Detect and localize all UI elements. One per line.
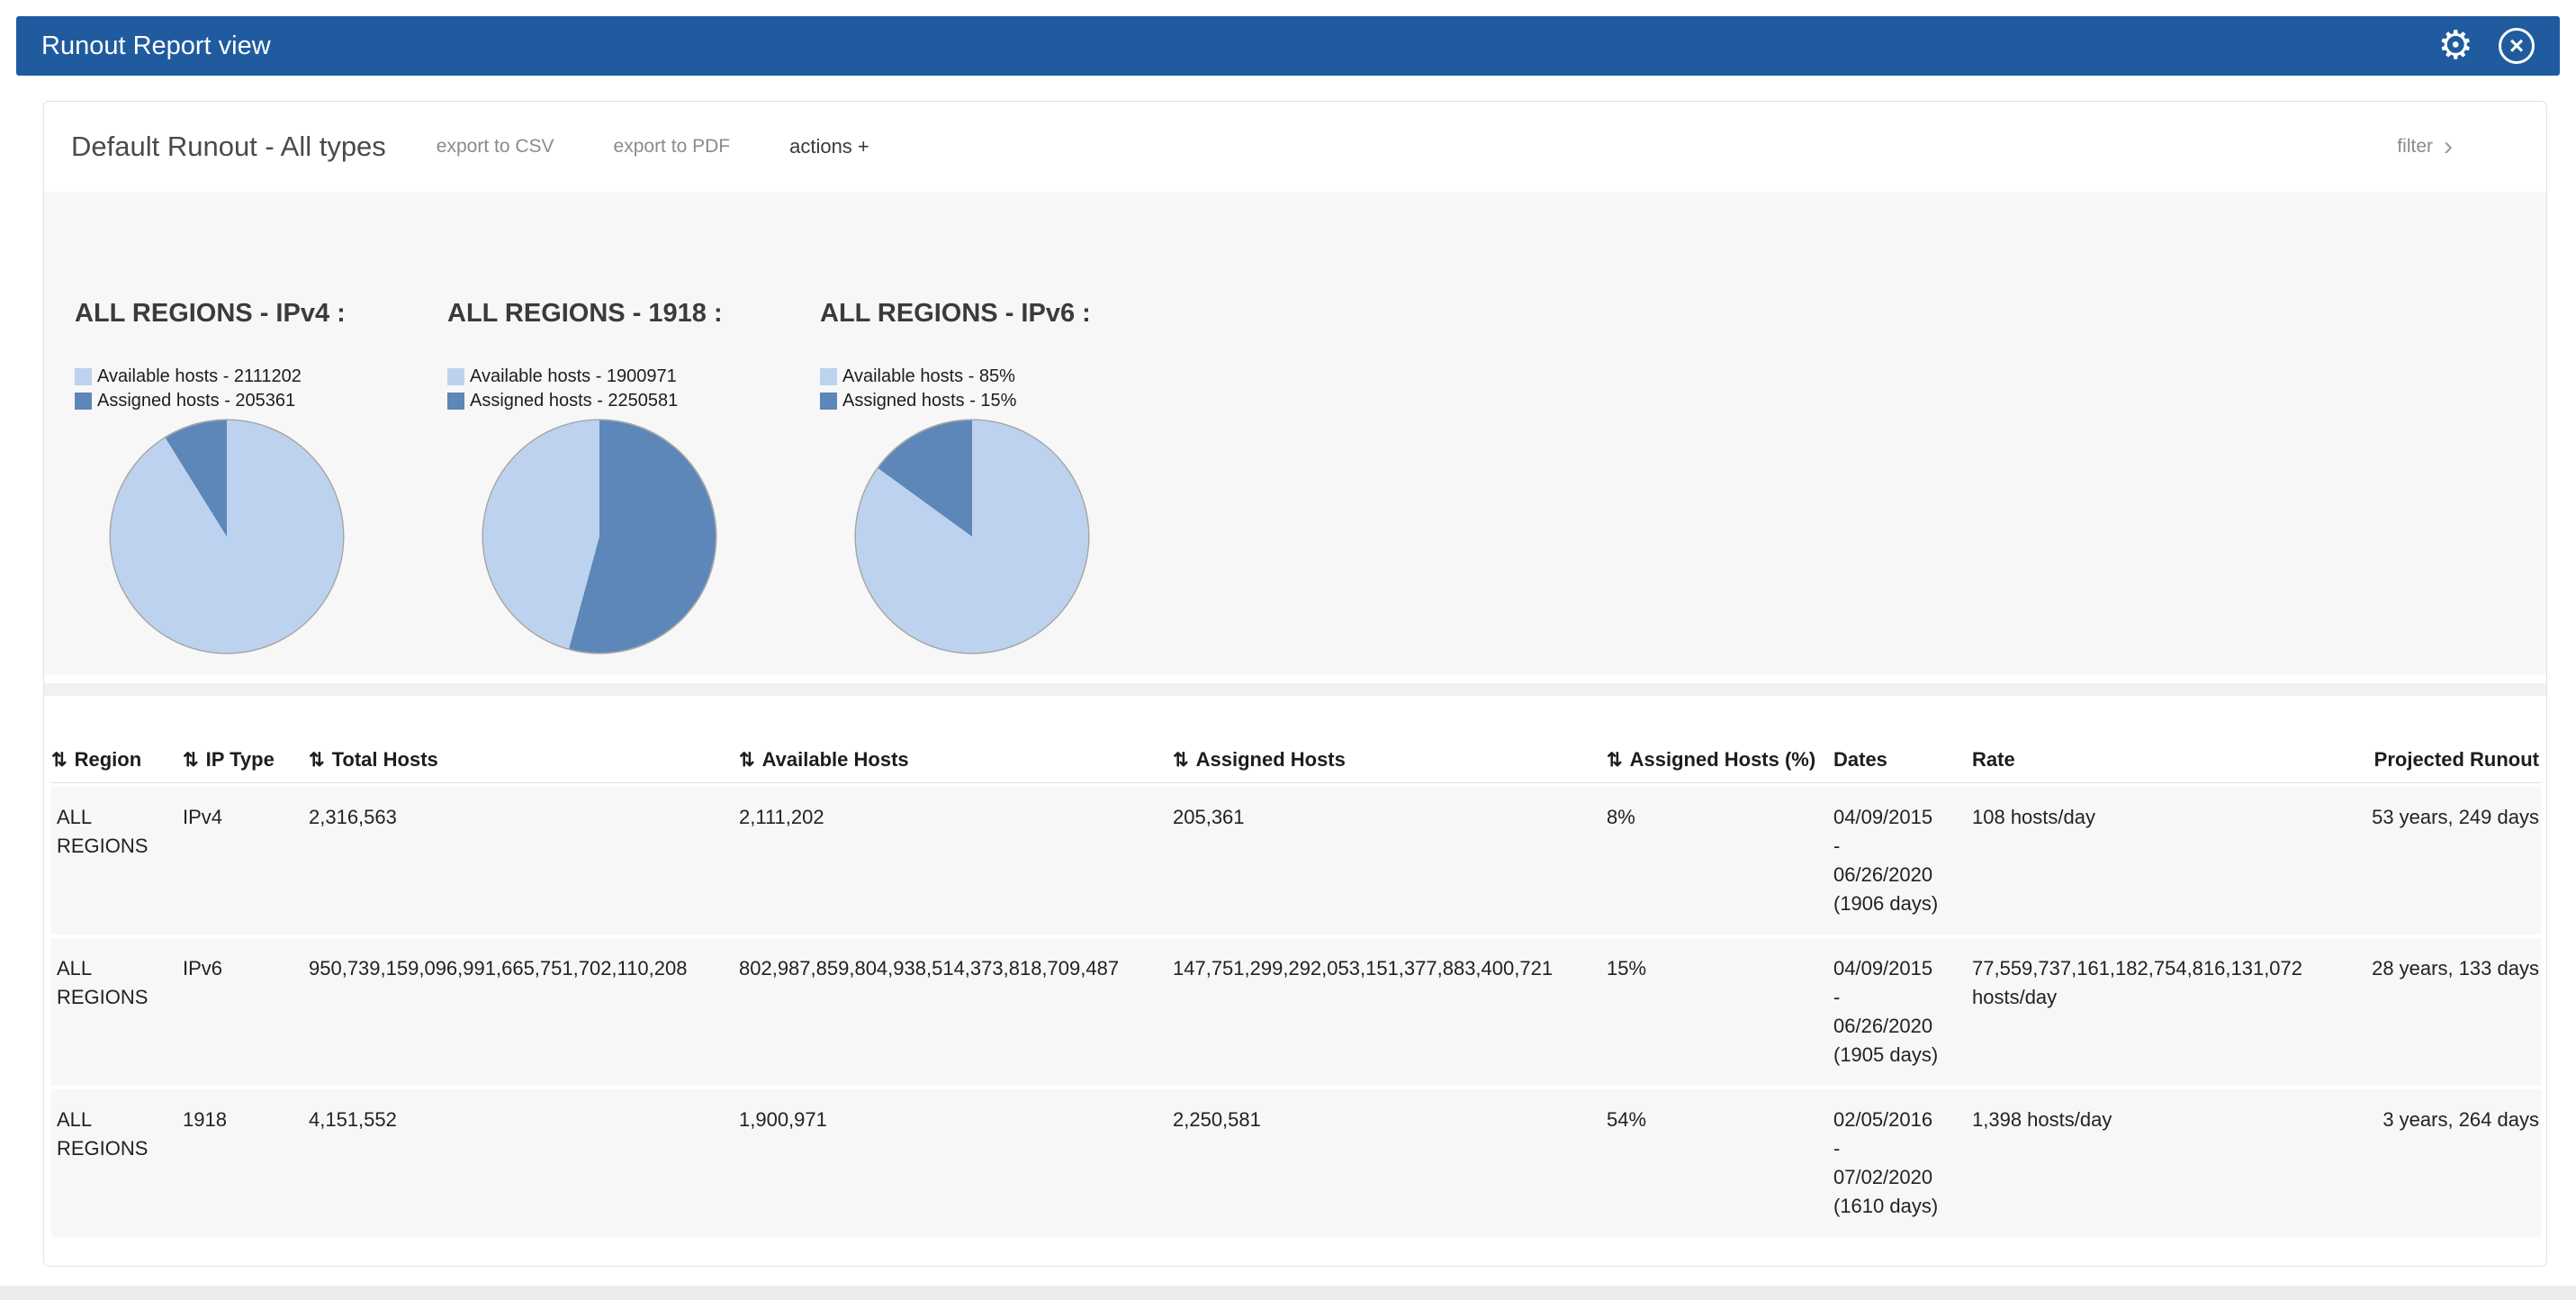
- actions-menu-button[interactable]: actions +: [789, 135, 869, 158]
- legend-label: Available hosts - 2111202: [97, 366, 302, 387]
- cell-projected-runout: 53 years, 249 days: [2350, 787, 2541, 934]
- report-title: Default Runout - All types: [71, 131, 386, 163]
- cell-total-hosts: 950,739,159,096,991,665,751,702,110,208: [309, 938, 739, 1086]
- sort-icon[interactable]: ⇅: [51, 750, 68, 771]
- report-panel: Default Runout - All types export to CSV…: [43, 101, 2547, 1267]
- filter-label: filter: [2397, 136, 2433, 158]
- cell-ip-type: IPv6: [183, 938, 309, 1086]
- sort-icon[interactable]: ⇅: [1173, 750, 1189, 771]
- table-row: ALL REGIONS 1918 4,151,552 1,900,971 2,2…: [51, 1089, 2541, 1237]
- legend-item: Assigned hosts - 2250581: [447, 389, 820, 413]
- table-header-row: ⇅Region ⇅IP Type ⇅Total Hosts ⇅Available…: [51, 748, 2541, 783]
- column-header-assigned-hosts[interactable]: ⇅Assigned Hosts: [1173, 748, 1607, 783]
- runout-table: ⇅Region ⇅IP Type ⇅Total Hosts ⇅Available…: [51, 745, 2541, 1241]
- export-csv-link[interactable]: export to CSV: [437, 136, 554, 158]
- legend-label: Assigned hosts - 205361: [97, 391, 295, 411]
- export-pdf-link[interactable]: export to PDF: [614, 136, 731, 158]
- pie-chart-ipv4: ALL REGIONS - IPv4 : Available hosts - 2…: [75, 298, 447, 653]
- cell-assigned-pct: 8%: [1607, 787, 1833, 934]
- column-header-assigned-pct[interactable]: ⇅Assigned Hosts (%): [1607, 748, 1833, 783]
- column-header-region[interactable]: ⇅Region: [51, 748, 183, 783]
- chart-legend: Available hosts - 85% Assigned hosts - 1…: [820, 365, 1193, 413]
- cell-rate: 108 hosts/day: [1972, 787, 2350, 934]
- table-row: ALL REGIONS IPv4 2,316,563 2,111,202 205…: [51, 787, 2541, 934]
- chart-title: ALL REGIONS - IPv4 :: [75, 298, 447, 329]
- charts-section: ALL REGIONS - IPv4 : Available hosts - 2…: [44, 192, 2546, 674]
- runout-table-wrap: ⇅Region ⇅IP Type ⇅Total Hosts ⇅Available…: [44, 696, 2546, 1266]
- chart-legend: Available hosts - 1900971 Assigned hosts…: [447, 365, 820, 413]
- cell-assigned-pct: 54%: [1607, 1089, 1833, 1237]
- chart-legend: Available hosts - 2111202 Assigned hosts…: [75, 365, 447, 413]
- cell-projected-runout: 28 years, 133 days: [2350, 938, 2541, 1086]
- cell-assigned-hosts: 2,250,581: [1173, 1089, 1607, 1237]
- legend-item: Assigned hosts - 15%: [820, 389, 1193, 413]
- cell-total-hosts: 2,316,563: [309, 787, 739, 934]
- filter-button[interactable]: filter ›: [2397, 133, 2519, 160]
- titlebar-icons: ⚙ ×: [2438, 26, 2535, 66]
- chevron-right-icon: ›: [2444, 133, 2453, 160]
- cell-rate: 77,559,737,161,182,754,816,131,072 hosts…: [1972, 938, 2350, 1086]
- cell-assigned-hosts: 147,751,299,292,053,151,377,883,400,721: [1173, 938, 1607, 1086]
- legend-item: Available hosts - 1900971: [447, 365, 820, 389]
- legend-label: Assigned hosts - 2250581: [470, 391, 678, 411]
- cell-region: ALL REGIONS: [51, 787, 183, 934]
- legend-item: Assigned hosts - 205361: [75, 389, 447, 413]
- chart-title: ALL REGIONS - IPv6 :: [820, 298, 1193, 329]
- sort-icon[interactable]: ⇅: [183, 750, 199, 771]
- sort-icon[interactable]: ⇅: [309, 750, 325, 771]
- cell-available-hosts: 1,900,971: [739, 1089, 1173, 1237]
- assigned-swatch: [820, 393, 837, 410]
- pie-chart-1918: ALL REGIONS - 1918 : Available hosts - 1…: [447, 298, 820, 653]
- available-swatch: [820, 368, 837, 385]
- cell-dates: 04/09/2015 - 06/26/2020 (1905 days): [1833, 938, 1972, 1086]
- available-swatch: [447, 368, 464, 385]
- column-header-total-hosts[interactable]: ⇅Total Hosts: [309, 748, 739, 783]
- column-header-available-hosts[interactable]: ⇅Available Hosts: [739, 748, 1173, 783]
- pie-ipv4[interactable]: [111, 420, 343, 653]
- legend-label: Available hosts - 85%: [842, 366, 1015, 387]
- cell-ip-type: 1918: [183, 1089, 309, 1237]
- available-swatch: [75, 368, 92, 385]
- table-row: ALL REGIONS IPv6 950,739,159,096,991,665…: [51, 938, 2541, 1086]
- bottom-scroll-strip: [0, 1286, 2576, 1300]
- assigned-swatch: [75, 393, 92, 410]
- cell-projected-runout: 3 years, 264 days: [2350, 1089, 2541, 1237]
- cell-available-hosts: 802,987,859,804,938,514,373,818,709,487: [739, 938, 1173, 1086]
- sort-icon[interactable]: ⇅: [1607, 750, 1623, 771]
- chart-title: ALL REGIONS - 1918 :: [447, 298, 820, 329]
- pie-ipv6[interactable]: [856, 420, 1088, 653]
- column-header-dates: Dates: [1833, 748, 1972, 783]
- cell-ip-type: IPv4: [183, 787, 309, 934]
- cell-dates: 02/05/2016 - 07/02/2020 (1610 days): [1833, 1089, 1972, 1237]
- close-icon[interactable]: ×: [2499, 28, 2535, 64]
- cell-assigned-hosts: 205,361: [1173, 787, 1607, 934]
- legend-label: Assigned hosts - 15%: [842, 391, 1016, 411]
- legend-item: Available hosts - 85%: [820, 365, 1193, 389]
- assigned-swatch: [447, 393, 464, 410]
- legend-label: Available hosts - 1900971: [470, 366, 677, 387]
- cell-region: ALL REGIONS: [51, 938, 183, 1086]
- column-header-rate: Rate: [1972, 748, 2350, 783]
- cell-assigned-pct: 15%: [1607, 938, 1833, 1086]
- cell-rate: 1,398 hosts/day: [1972, 1089, 2350, 1237]
- cell-dates: 04/09/2015 - 06/26/2020 (1906 days): [1833, 787, 1972, 934]
- sort-icon[interactable]: ⇅: [739, 750, 755, 771]
- separator-strip: [44, 683, 2546, 696]
- gear-icon[interactable]: ⚙: [2438, 26, 2473, 66]
- pie-1918[interactable]: [483, 420, 716, 653]
- report-toolbar: Default Runout - All types export to CSV…: [44, 102, 2546, 192]
- column-header-ip-type[interactable]: ⇅IP Type: [183, 748, 309, 783]
- cell-total-hosts: 4,151,552: [309, 1089, 739, 1237]
- pie-chart-ipv6: ALL REGIONS - IPv6 : Available hosts - 8…: [820, 298, 1193, 653]
- legend-item: Available hosts - 2111202: [75, 365, 447, 389]
- titlebar: Runout Report view ⚙ ×: [16, 16, 2560, 76]
- window-title: Runout Report view: [41, 32, 271, 61]
- cell-available-hosts: 2,111,202: [739, 787, 1173, 934]
- column-header-projected-runout: Projected Runout: [2350, 748, 2541, 783]
- cell-region: ALL REGIONS: [51, 1089, 183, 1237]
